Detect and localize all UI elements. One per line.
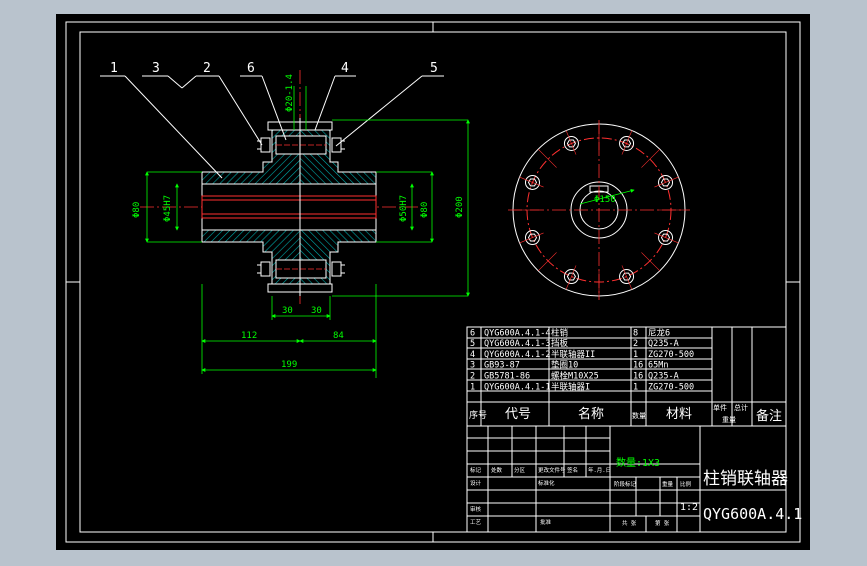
dim-right-bore: Φ50H7 <box>399 195 409 222</box>
dim-left-bore: Φ45H7 <box>163 195 173 222</box>
bom-cell-name: 挡板 <box>551 338 569 349</box>
tb-review: 审核 <box>470 505 482 513</box>
balloon-4: 4 <box>341 61 349 76</box>
dim-right-flange: 30 <box>311 306 322 316</box>
bom-cell-code: QYG600A.4.1-1 <box>484 382 551 392</box>
bom-cell-code: QYG600A.4.1-3 <box>484 339 551 349</box>
bom-cell-qty: 16 <box>633 361 643 371</box>
bom-cell-qty: 8 <box>633 328 638 338</box>
dim-left-flange: 30 <box>282 306 293 316</box>
bom-cell-qty: 1 <box>633 350 638 360</box>
drawing-canvas: 1 3 2 6 4 5 Φ80 Φ45H7 Φ50H7 Φ80 Φ200 Φ20… <box>56 14 810 550</box>
tb-mark: 标记 <box>470 466 482 474</box>
bom-cell-code: QYG600A.4.1-2 <box>484 350 551 360</box>
tb-sign: 签名 <box>567 466 578 474</box>
tb-process: 工艺 <box>470 519 482 526</box>
quantity-label: 数量:1X3 <box>616 456 660 469</box>
bom-cell-name: 垫圈10 <box>551 360 578 371</box>
tb-stage: 阶段标记 <box>614 480 637 488</box>
dim-left-length: 112 <box>241 331 257 341</box>
bom-cell-no: 5 <box>470 339 475 349</box>
dim-flange: Φ200 <box>455 196 465 218</box>
hdr-name: 名称 <box>578 406 604 422</box>
bom-cell-name: 半联轴器I <box>551 381 590 392</box>
dim-bolt: Φ20-1.4 <box>285 74 295 112</box>
tb-weight: 重量 <box>662 480 674 488</box>
tb-total-sheets: 共 张 <box>622 519 637 527</box>
dim-left-outer: Φ80 <box>132 202 142 218</box>
dim-right-outer: Φ80 <box>420 202 430 218</box>
bom-cell-material: 65Mn <box>648 361 668 371</box>
hdr-qty: 数量 <box>632 411 646 420</box>
model-space <box>56 14 810 550</box>
hdr-unit-wt: 单件 <box>713 403 727 412</box>
drawing-code: QYG600A.4.1 <box>703 505 802 523</box>
bom-cell-qty: 16 <box>633 372 643 382</box>
cad-viewport[interactable]: 1 3 2 6 4 5 Φ80 Φ45H7 Φ50H7 Φ80 Φ200 Φ20… <box>0 0 867 562</box>
bom-cell-no: 4 <box>470 350 475 360</box>
bom-cell-material: 尼龙6 <box>648 327 670 338</box>
bom-cell-code: QYG600A.4.1-4 <box>484 328 551 338</box>
bom-cell-qty: 2 <box>633 339 638 349</box>
scale-value: 1:2 <box>680 502 698 513</box>
tb-count: 处数 <box>491 466 503 474</box>
dim-side-circle: Φ150 <box>594 195 616 205</box>
bom-cell-material: ZG270-500 <box>648 350 694 360</box>
balloon-6: 6 <box>247 61 255 76</box>
tb-zone: 分区 <box>514 466 526 474</box>
tb-sheet: 第 张 <box>655 519 670 527</box>
balloon-3: 3 <box>152 61 160 76</box>
bom-cell-name: 半联轴器II <box>551 349 595 360</box>
bom-cell-code: GB93-87 <box>484 361 520 371</box>
hdr-code: 代号 <box>505 407 531 422</box>
bom-cell-material: Q235-A <box>648 372 679 382</box>
tb-date: 年.月.日 <box>588 466 611 474</box>
bom-cell-no: 1 <box>470 382 475 392</box>
tb-scale: 比例 <box>680 480 692 488</box>
balloon-2: 2 <box>203 61 211 76</box>
hdr-no: 序号 <box>469 409 487 421</box>
bom-cell-name: 螺栓M10X25 <box>551 371 599 382</box>
hdr-remark: 备注 <box>756 408 782 424</box>
drawing-title: 柱销联轴器 <box>703 469 788 489</box>
balloon-5: 5 <box>430 61 438 76</box>
bom-cell-no: 3 <box>470 361 475 371</box>
bom-cell-qty: 1 <box>633 382 638 392</box>
bom-cell-name: 柱销 <box>551 327 569 338</box>
hdr-material: 材料 <box>666 407 692 422</box>
tb-change-doc: 更改文件号 <box>538 466 566 474</box>
bom-cell-code: GB5781-86 <box>484 372 530 382</box>
bom-cell-no: 2 <box>470 372 475 382</box>
hdr-weight: 重量 <box>722 416 736 424</box>
hdr-total-wt: 总计 <box>734 403 748 412</box>
tb-standardize: 标准化 <box>538 479 555 487</box>
dim-right-length: 84 <box>333 331 344 341</box>
bom-cell-no: 6 <box>470 328 475 338</box>
dim-total-length: 199 <box>281 360 297 370</box>
bom-cell-material: Q235-A <box>648 339 679 349</box>
tb-design: 设计 <box>470 479 482 487</box>
bom-cell-material: ZG270-500 <box>648 382 694 392</box>
tb-approve: 批准 <box>540 518 552 526</box>
balloon-1: 1 <box>110 61 118 76</box>
